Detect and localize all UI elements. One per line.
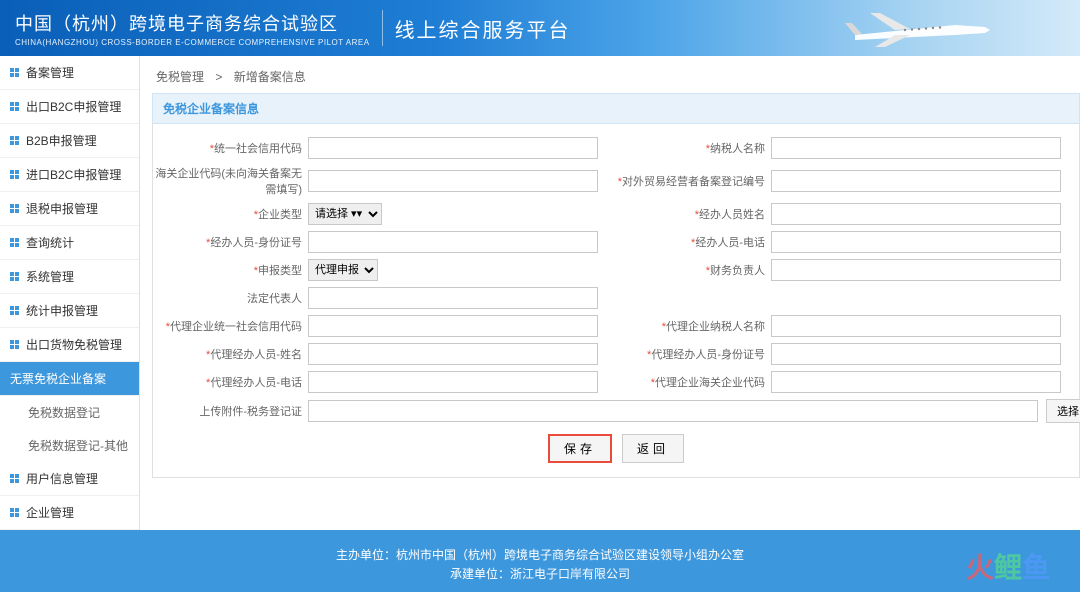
select-enterprise-type[interactable]: 请选择 ▾▾ [308, 203, 382, 225]
label-agent-op-name: 代理经办人员-姓名 [210, 349, 302, 361]
input-foreign-trade[interactable] [771, 170, 1061, 192]
breadcrumb-current: 新增备案信息 [234, 70, 306, 84]
sidebar-label: 备案管理 [26, 64, 74, 81]
label-legal-rep: 法定代表人 [247, 293, 302, 305]
sidebar-item-system[interactable]: 系统管理 [0, 260, 139, 294]
section-title: 免税企业备案信息 [152, 93, 1080, 124]
grid-icon [10, 204, 20, 214]
sidebar-sub-taxfree-reg[interactable]: 免税数据登记 [0, 396, 139, 429]
sidebar-label: 出口B2C申报管理 [26, 98, 121, 115]
input-agent-op-id[interactable] [771, 343, 1061, 365]
sidebar-label: 出口货物免税管理 [26, 336, 122, 353]
sidebar-label: 企业管理 [26, 504, 74, 521]
sidebar-label: 退税申报管理 [26, 200, 98, 217]
sidebar-label: 统计申报管理 [26, 302, 98, 319]
grid-icon [10, 340, 20, 350]
input-unified-code[interactable] [308, 137, 598, 159]
label-declare-type: 申报类型 [258, 265, 302, 277]
input-customs-code[interactable] [308, 170, 598, 192]
input-operator-id[interactable] [308, 231, 598, 253]
grid-icon [10, 102, 20, 112]
input-upload[interactable] [308, 400, 1038, 422]
input-agent-customs[interactable] [771, 371, 1061, 393]
input-operator-phone[interactable] [771, 231, 1061, 253]
grid-icon [10, 272, 20, 282]
breadcrumb-sep: > [215, 70, 222, 84]
label-taxpayer-name: 纳税人名称 [710, 143, 765, 155]
label-agent-op-id: 代理经办人员-身份证号 [651, 349, 765, 361]
label-agent-customs: 代理企业海关企业代码 [655, 377, 765, 389]
input-agent-op-phone[interactable] [308, 371, 598, 393]
form-area: *统一社会信用代码 *纳税人名称 海关企业代码(未向海关备案无需填写) *对外贸… [152, 124, 1080, 478]
input-taxpayer-name[interactable] [771, 137, 1061, 159]
label-foreign-trade: 对外贸易经营者备案登记编号 [622, 176, 765, 188]
input-operator-name[interactable] [771, 203, 1061, 225]
input-agent-unified-code[interactable] [308, 315, 598, 337]
footer-label-2: 承建单位： [450, 567, 510, 581]
header-subtitle: CHINA(HANGZHOU) CROSS-BORDER E-COMMERCE … [15, 38, 370, 47]
grid-icon [10, 508, 20, 518]
footer-value-2: 浙江电子口岸有限公司 [510, 567, 630, 581]
label-agent-unified-code: 代理企业统一社会信用代码 [170, 321, 302, 333]
sidebar-item-b2b[interactable]: B2B申报管理 [0, 124, 139, 158]
grid-icon [10, 238, 20, 248]
header-platform: 线上综合服务平台 [395, 14, 571, 43]
sidebar-label: 免税数据登记-其他 [28, 439, 128, 453]
watermark: 火鲤鱼 [966, 546, 1050, 586]
sidebar-item-export-b2c[interactable]: 出口B2C申报管理 [0, 90, 139, 124]
label-operator-phone: 经办人员-电话 [695, 237, 765, 249]
sidebar-item-noticket-taxfree[interactable]: 无票免税企业备案 [0, 362, 139, 396]
label-customs-code: 海关企业代码(未向海关备案无需填写) [155, 168, 302, 196]
footer: 主办单位：杭州市中国（杭州）跨境电子商务综合试验区建设领导小组办公室 承建单位：… [0, 530, 1080, 592]
sidebar-item-tax-refund[interactable]: 退税申报管理 [0, 192, 139, 226]
sidebar-label: 查询统计 [26, 234, 74, 251]
label-operator-name: 经办人员姓名 [699, 209, 765, 221]
input-legal-rep[interactable] [308, 287, 598, 309]
label-upload: 上传附件-税务登记证 [199, 406, 302, 418]
sidebar-label: 免税数据登记 [28, 406, 100, 420]
header-title: 中国（杭州）跨境电子商务综合试验区 [15, 10, 370, 36]
choose-button[interactable]: 选择 [1046, 399, 1080, 423]
grid-icon [10, 136, 20, 146]
input-agent-taxpayer[interactable] [771, 315, 1061, 337]
sidebar-label: 用户信息管理 [26, 470, 98, 487]
label-agent-taxpayer: 代理企业纳税人名称 [666, 321, 765, 333]
sidebar-label: 系统管理 [26, 268, 74, 285]
breadcrumb: 免税管理 > 新增备案信息 [152, 64, 1080, 93]
sidebar-label: B2B申报管理 [26, 132, 97, 149]
sidebar-item-export-taxfree[interactable]: 出口货物免税管理 [0, 328, 139, 362]
sidebar-label: 无票免税企业备案 [10, 370, 106, 387]
sidebar-item-query[interactable]: 查询统计 [0, 226, 139, 260]
sidebar-item-stats[interactable]: 统计申报管理 [0, 294, 139, 328]
save-button[interactable]: 保存 [548, 434, 612, 463]
input-finance-person[interactable] [771, 259, 1061, 281]
breadcrumb-parent[interactable]: 免税管理 [156, 70, 204, 84]
grid-icon [10, 306, 20, 316]
label-agent-op-phone: 代理经办人员-电话 [210, 377, 302, 389]
grid-icon [10, 474, 20, 484]
app-header: 中国（杭州）跨境电子商务综合试验区 CHINA(HANGZHOU) CROSS-… [0, 0, 1080, 56]
grid-icon [10, 68, 20, 78]
label-operator-id: 经办人员-身份证号 [210, 237, 302, 249]
main-content: 免税管理 > 新增备案信息 免税企业备案信息 *统一社会信用代码 *纳税人名称 … [140, 56, 1080, 530]
footer-value-1: 杭州市中国（杭州）跨境电子商务综合试验区建设领导小组办公室 [396, 548, 744, 562]
grid-icon [10, 170, 20, 180]
sidebar: 备案管理 出口B2C申报管理 B2B申报管理 进口B2C申报管理 退税申报管理 … [0, 56, 140, 530]
sidebar-label: 进口B2C申报管理 [26, 166, 121, 183]
sidebar-item-enterprise[interactable]: 企业管理 [0, 496, 139, 530]
label-unified-code: 统一社会信用代码 [214, 143, 302, 155]
sidebar-item-import-b2c[interactable]: 进口B2C申报管理 [0, 158, 139, 192]
label-enterprise-type: 企业类型 [258, 209, 302, 221]
header-divider [382, 10, 383, 46]
select-declare-type[interactable]: 代理申报 [308, 259, 378, 281]
back-button[interactable]: 返回 [622, 434, 684, 463]
sidebar-item-filing[interactable]: 备案管理 [0, 56, 139, 90]
footer-label-1: 主办单位： [336, 548, 396, 562]
label-finance-person: 财务负责人 [710, 265, 765, 277]
sidebar-item-userinfo[interactable]: 用户信息管理 [0, 462, 139, 496]
sidebar-sub-taxfree-other[interactable]: 免税数据登记-其他 [0, 429, 139, 462]
input-agent-op-name[interactable] [308, 343, 598, 365]
airplane-icon [840, 5, 1000, 55]
